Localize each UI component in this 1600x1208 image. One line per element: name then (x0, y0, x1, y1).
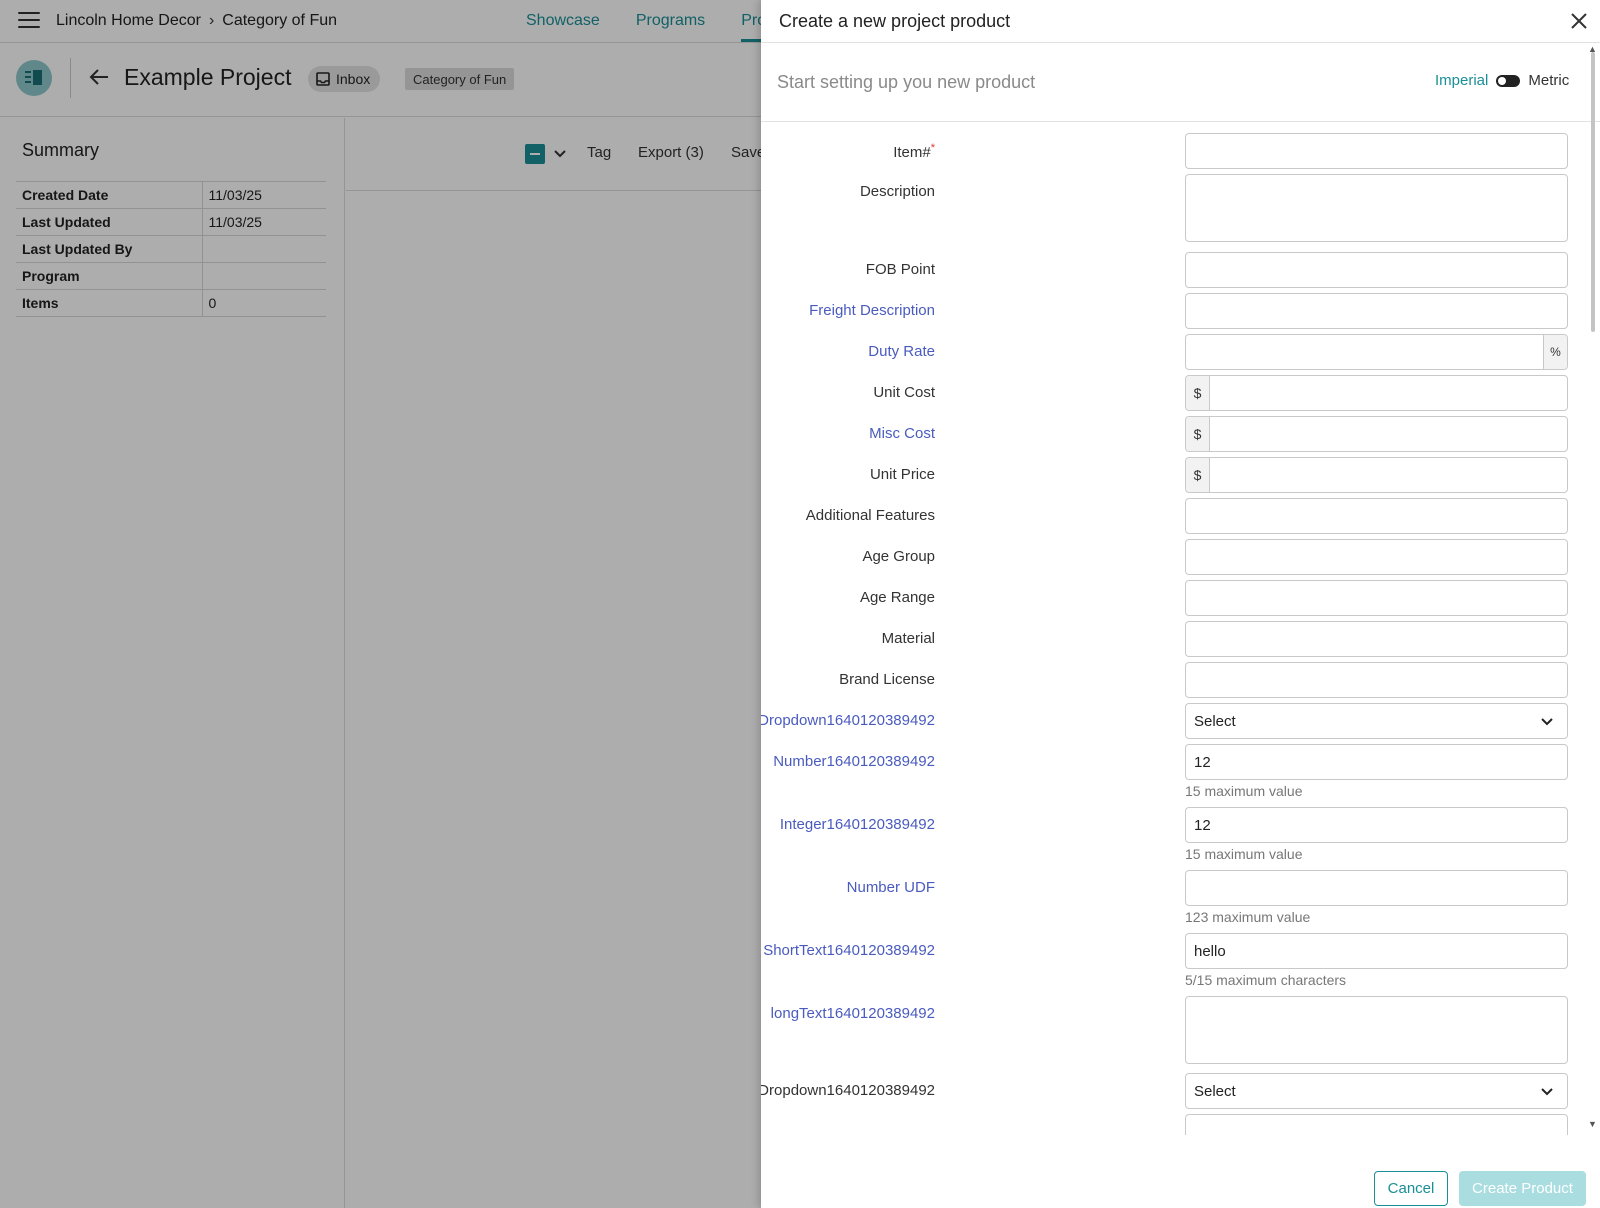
number-udf-2-label: Number UDF (846, 879, 935, 896)
material-input[interactable] (1185, 621, 1568, 657)
create-product-button[interactable]: Create Product (1459, 1171, 1586, 1206)
longtext-udf-textarea[interactable] (1185, 996, 1568, 1064)
item-number-input[interactable] (1185, 133, 1568, 169)
integer-udf-label: Integer1640120389492 (779, 816, 935, 833)
unit-toggle[interactable] (1496, 74, 1521, 87)
dollar-prefix: $ (1186, 376, 1210, 410)
age-group-input[interactable] (1185, 539, 1568, 575)
required-mark: * (930, 142, 935, 154)
pdropdown-udf-select[interactable]: Select (1185, 1073, 1568, 1109)
duty-rate-input[interactable]: % (1185, 334, 1568, 370)
fob-point-label: FOB Point (865, 261, 935, 278)
integer-udf-input[interactable]: 12 (1185, 807, 1568, 843)
drawer-title: Create a new project product (779, 11, 1011, 31)
dropdown-udf-value: Select (1194, 712, 1236, 730)
freight-description-input[interactable] (1185, 293, 1568, 329)
description-textarea[interactable] (1185, 174, 1568, 242)
brand-license-label: Brand License (839, 671, 935, 688)
misc-cost-input[interactable]: $ (1185, 416, 1568, 452)
chevron-down-icon (1541, 1088, 1553, 1096)
number-udf-input[interactable]: 12 (1185, 744, 1568, 780)
unit-cost-input[interactable]: $ (1185, 375, 1568, 411)
percent-suffix: % (1543, 335, 1567, 369)
number-udf-label: Number1640120389492 (773, 753, 935, 770)
scroll-down-icon[interactable]: ▼ (1588, 1119, 1597, 1129)
unit-switch: Imperial Metric (1435, 72, 1569, 89)
create-product-drawer: Create a new project product Start setti… (761, 0, 1600, 1208)
dropdown-udf-label: Dropdown1640120389492 (761, 712, 935, 729)
number-udf-2-hint: 123 maximum value (1185, 909, 1311, 925)
age-group-label: Age Group (862, 548, 935, 565)
fob-point-input[interactable] (1185, 252, 1568, 288)
drawer-subheader: Start setting up you new product Imperia… (761, 44, 1600, 122)
description-label: Description (859, 183, 935, 200)
unit-imperial-label[interactable]: Imperial (1435, 72, 1488, 89)
item-label: Item# (893, 144, 931, 161)
pdropdown-udf-value: Select (1194, 1082, 1236, 1100)
number-udf-2-input[interactable] (1185, 870, 1568, 906)
dropdown-udf-select[interactable]: Select (1185, 703, 1568, 739)
shorttext-udf-hint: 5/15 maximum characters (1185, 972, 1347, 988)
additional-features-input[interactable] (1185, 498, 1568, 534)
next-field-input[interactable] (1185, 1114, 1568, 1135)
field-label: Item#* (893, 142, 935, 161)
chevron-down-icon (1541, 718, 1553, 726)
age-range-label: Age Range (859, 589, 935, 606)
freight-description-label: Freight Description (809, 302, 935, 319)
drawer-subtitle: Start setting up you new product (777, 72, 1036, 92)
unit-cost-label: Unit Cost (873, 384, 935, 401)
product-form: Item#* Description FOB Point Freight Des… (761, 123, 1581, 1135)
longtext-udf-label: longText1640120389492 (770, 1005, 935, 1022)
additional-features-label: Additional Features (805, 507, 935, 524)
unit-price-input[interactable]: $ (1185, 457, 1568, 493)
misc-cost-label: Misc Cost (869, 425, 935, 442)
integer-udf-hint: 15 maximum value (1185, 846, 1303, 862)
shorttext-udf-label: ShortText1640120389492 (763, 942, 935, 959)
dollar-prefix: $ (1186, 458, 1210, 492)
form-scrollbar[interactable]: ▲ ▼ (1586, 44, 1600, 1134)
unit-metric-label[interactable]: Metric (1528, 72, 1569, 89)
drawer-footer: Cancel Create Product (761, 1135, 1600, 1208)
duty-rate-label: Duty Rate (868, 343, 935, 360)
drawer-header: Create a new project product (761, 0, 1600, 43)
cancel-button[interactable]: Cancel (1374, 1171, 1448, 1206)
shorttext-udf-input[interactable]: hello (1185, 933, 1568, 969)
pdropdown-udf-label: PDropdown1640120389492 (761, 1082, 935, 1099)
close-icon[interactable] (1568, 10, 1590, 32)
scroll-thumb[interactable] (1591, 52, 1595, 332)
number-udf-hint: 15 maximum value (1185, 783, 1303, 799)
age-range-input[interactable] (1185, 580, 1568, 616)
dollar-prefix: $ (1186, 417, 1210, 451)
unit-price-label: Unit Price (869, 466, 935, 483)
material-label: Material (881, 630, 935, 647)
brand-license-input[interactable] (1185, 662, 1568, 698)
